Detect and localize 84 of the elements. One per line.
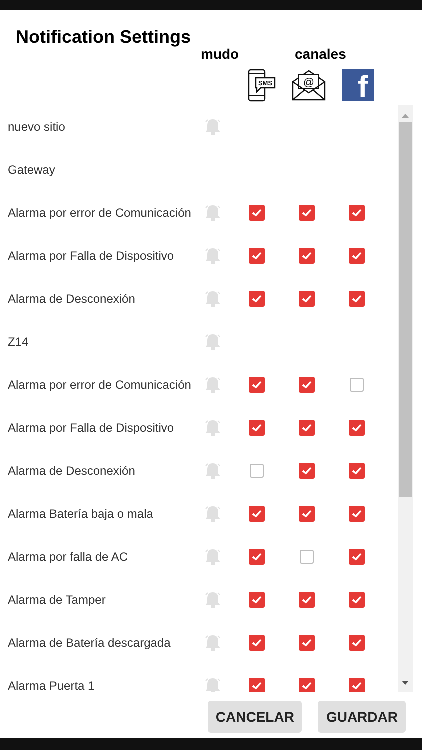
- check-icon: [252, 208, 262, 216]
- alarm-label: Alarma por Falla de Dispositivo: [8, 248, 174, 262]
- check-icon: [252, 638, 262, 646]
- envelope-icon: @: [292, 70, 326, 100]
- checkbox[interactable]: [249, 420, 265, 436]
- checkbox[interactable]: [299, 376, 315, 392]
- alarm-label: Alarma por Falla de Dispositivo: [8, 420, 174, 434]
- check-icon: [352, 682, 362, 690]
- alarm-label: Alarma de Desconexión: [8, 292, 136, 306]
- checkbox[interactable]: [350, 378, 364, 392]
- checkbox[interactable]: [349, 290, 365, 306]
- cancel-button[interactable]: CANCELAR: [208, 701, 302, 733]
- check-icon: [302, 424, 312, 432]
- checkbox[interactable]: [249, 548, 265, 564]
- checkbox[interactable]: [349, 634, 365, 650]
- check-icon: [302, 596, 312, 604]
- checkbox[interactable]: [299, 462, 315, 478]
- save-button[interactable]: GUARDAR: [318, 701, 406, 733]
- checkbox[interactable]: [349, 462, 365, 478]
- alarm-label: Alarma Puerta 1: [8, 678, 95, 692]
- column-header: mudo: [201, 46, 240, 62]
- checkbox[interactable]: [349, 506, 365, 522]
- checkbox[interactable]: [349, 420, 365, 436]
- check-icon: [252, 424, 262, 432]
- check-icon: [352, 510, 362, 518]
- checkbox[interactable]: [249, 204, 265, 220]
- checkbox[interactable]: [299, 678, 315, 692]
- group-label: Z14: [8, 334, 29, 348]
- alarm-label: Alarma por error de Comunicación: [8, 378, 192, 392]
- dialog-title: Notification Settings: [16, 26, 191, 48]
- checkbox[interactable]: [249, 248, 265, 264]
- check-icon: [302, 294, 312, 302]
- check-icon: [302, 252, 312, 260]
- check-icon: [252, 552, 262, 560]
- check-icon: [302, 466, 312, 474]
- checkbox[interactable]: [249, 634, 265, 650]
- group-label: nuevo sitio: [8, 120, 66, 134]
- check-icon: [302, 638, 312, 646]
- check-icon: [352, 466, 362, 474]
- check-icon: [352, 294, 362, 302]
- alarm-label: Alarma Batería baja o mala: [8, 506, 154, 520]
- checkbox[interactable]: [349, 248, 365, 264]
- check-icon: [252, 510, 262, 518]
- checkbox[interactable]: [250, 464, 264, 478]
- checkbox[interactable]: [249, 290, 265, 306]
- check-icon: [252, 294, 262, 302]
- group-label: Gateway: [8, 162, 56, 176]
- check-icon: [352, 208, 362, 216]
- checkbox[interactable]: [349, 204, 365, 220]
- checkbox[interactable]: [299, 204, 315, 220]
- check-icon: [352, 638, 362, 646]
- alarm-label: Alarma por falla de AC: [8, 550, 128, 564]
- checkbox[interactable]: [299, 420, 315, 436]
- check-icon: [252, 682, 262, 690]
- check-icon: [352, 424, 362, 432]
- check-icon: [302, 380, 312, 388]
- alarm-label: Alarma por error de Comunicación: [8, 206, 192, 220]
- checkbox[interactable]: [299, 248, 315, 264]
- check-icon: [252, 252, 262, 260]
- checkbox[interactable]: [300, 550, 314, 564]
- checkbox[interactable]: [249, 592, 265, 608]
- checkbox[interactable]: [299, 506, 315, 522]
- checkbox[interactable]: [249, 506, 265, 522]
- check-icon: [352, 596, 362, 604]
- check-icon: [252, 596, 262, 604]
- check-icon: [352, 252, 362, 260]
- check-icon: [302, 682, 312, 690]
- check-icon: [352, 552, 362, 560]
- check-icon: [252, 380, 262, 388]
- facebook-logo-icon: f: [342, 69, 374, 101]
- check-icon: [302, 208, 312, 216]
- checkbox[interactable]: [299, 634, 315, 650]
- alarm-label: Alarma de Batería descargada: [8, 636, 171, 650]
- checkbox[interactable]: [349, 592, 365, 608]
- check-icon: [302, 510, 312, 518]
- column-header: canales: [295, 46, 346, 62]
- checkbox[interactable]: [249, 376, 265, 392]
- alarm-label: Alarma de Desconexión: [8, 464, 136, 478]
- alarm-label: Alarma de Tamper: [8, 592, 106, 606]
- checkbox[interactable]: [349, 678, 365, 692]
- checkbox[interactable]: [299, 592, 315, 608]
- checkbox[interactable]: [249, 678, 265, 692]
- checkbox[interactable]: [299, 290, 315, 306]
- checkbox[interactable]: [349, 548, 365, 564]
